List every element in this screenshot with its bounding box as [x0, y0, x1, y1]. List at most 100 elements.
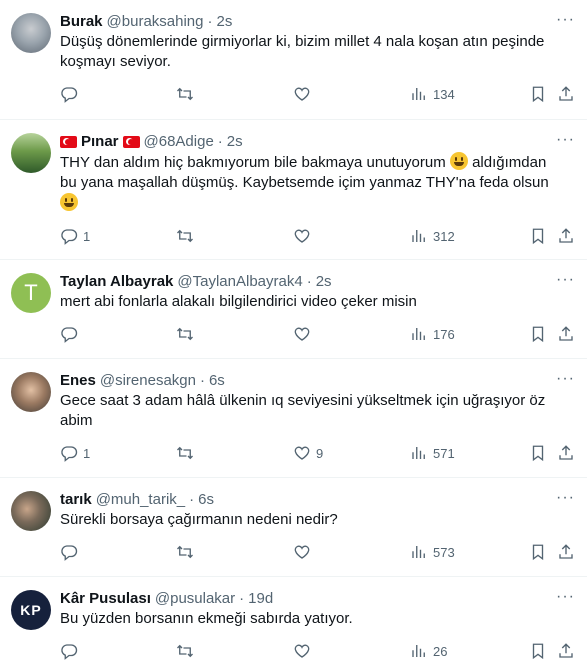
- user-handle[interactable]: @TaylanAlbayrak4: [177, 272, 302, 292]
- like-button[interactable]: [293, 85, 316, 103]
- retweet-button[interactable]: [176, 85, 199, 103]
- like-button[interactable]: [293, 543, 316, 561]
- more-options-icon[interactable]: ···: [556, 12, 575, 28]
- reply-button[interactable]: [60, 325, 83, 343]
- analytics-icon: [412, 546, 425, 558]
- user-handle[interactable]: @buraksahing: [107, 12, 204, 32]
- share-button[interactable]: [557, 642, 575, 660]
- display-name[interactable]: Burak: [60, 12, 103, 32]
- tweet[interactable]: T Taylan Albayrak @TaylanAlbayrak4 · 2s …: [0, 260, 587, 359]
- timestamp[interactable]: 2s: [227, 132, 243, 152]
- timestamp[interactable]: 2s: [216, 12, 232, 32]
- display-name[interactable]: Taylan Albayrak: [60, 272, 173, 292]
- avatar[interactable]: KP: [11, 590, 51, 630]
- heart-icon: [294, 229, 310, 243]
- analytics-icon: [412, 645, 425, 657]
- reply-button[interactable]: [60, 642, 83, 660]
- retweet-button[interactable]: [176, 642, 199, 660]
- bookmark-button[interactable]: [529, 85, 547, 103]
- reply-icon: [61, 327, 78, 343]
- more-options-icon[interactable]: ···: [556, 132, 575, 148]
- reply-button[interactable]: 1: [60, 444, 90, 462]
- bookmark-button[interactable]: [529, 325, 547, 343]
- share-button[interactable]: [557, 325, 575, 343]
- tweet[interactable]: tarık @muh_tarik_ · 6s ··· Sürekli borsa…: [0, 478, 587, 577]
- share-icon: [559, 643, 573, 658]
- views-button[interactable]: 134: [410, 85, 455, 103]
- tweet-actions: 1 312: [60, 226, 573, 246]
- avatar[interactable]: [11, 372, 51, 412]
- reply-button[interactable]: 1: [60, 227, 90, 245]
- more-options-icon[interactable]: ···: [556, 371, 575, 387]
- avatar[interactable]: [11, 133, 51, 173]
- tweet-text: Sürekli borsaya çağırmanın nedeni nedir?: [60, 511, 338, 528]
- share-button[interactable]: [557, 227, 575, 245]
- turkey-flag-icon: [60, 136, 77, 148]
- views-button[interactable]: 176: [410, 325, 455, 343]
- user-handle[interactable]: @68Adige: [144, 132, 214, 152]
- reply-icon: [61, 545, 78, 561]
- bookmark-button[interactable]: [529, 642, 547, 660]
- tweet-header: tarık @muh_tarik_ · 6s: [60, 490, 571, 510]
- avatar[interactable]: [11, 491, 51, 531]
- reply-button[interactable]: [60, 85, 83, 103]
- tweet-actions: 176: [60, 324, 573, 344]
- analytics-icon: [412, 447, 425, 459]
- display-name[interactable]: Kâr Pusulası: [60, 589, 151, 609]
- views-button[interactable]: 312: [410, 227, 455, 245]
- reply-icon: [61, 87, 78, 103]
- share-icon: [559, 544, 573, 559]
- retweet-icon: [177, 644, 193, 658]
- separator: ·: [306, 273, 312, 290]
- bookmark-button[interactable]: [529, 444, 547, 462]
- like-button[interactable]: [293, 325, 316, 343]
- tweet-text: mert abi fonlarla alakalı bilgilendirici…: [60, 293, 417, 310]
- timestamp[interactable]: 6s: [198, 490, 214, 510]
- heart-icon: [294, 446, 310, 460]
- views-button[interactable]: 26: [410, 642, 447, 660]
- analytics-icon: [412, 328, 425, 340]
- tweet-header: Taylan Albayrak @TaylanAlbayrak4 · 2s: [60, 272, 571, 292]
- display-name[interactable]: tarık: [60, 490, 92, 510]
- tweet-text: Düşüş dönemlerinde girmiyorlar ki, bizim…: [60, 33, 545, 70]
- tweet[interactable]: Enes @sirenesakgn · 6s ··· Gece saat 3 a…: [0, 359, 587, 478]
- retweet-button[interactable]: [176, 543, 199, 561]
- avatar[interactable]: [11, 13, 51, 53]
- tweet-header: Enes @sirenesakgn · 6s: [60, 371, 571, 391]
- heart-icon: [294, 545, 310, 559]
- retweet-button[interactable]: [176, 444, 199, 462]
- timestamp[interactable]: 19d: [248, 589, 273, 609]
- share-button[interactable]: [557, 85, 575, 103]
- tweet[interactable]: KP Kâr Pusulası @pusulakar · 19d ··· Bu …: [0, 577, 587, 671]
- bookmark-button[interactable]: [529, 543, 547, 561]
- tweet-text: THY dan aldım hiç bakmıyorum bile bakmay…: [60, 152, 571, 214]
- tweet[interactable]: Burak @buraksahing · 2s ··· Düşüş döneml…: [0, 0, 587, 120]
- retweet-button[interactable]: [176, 227, 199, 245]
- analytics-icon: [412, 88, 425, 100]
- user-handle[interactable]: @muh_tarik_: [96, 490, 185, 510]
- reply-icon: [61, 446, 78, 462]
- like-button[interactable]: [293, 642, 316, 660]
- more-options-icon[interactable]: ···: [556, 490, 575, 506]
- more-options-icon[interactable]: ···: [556, 589, 575, 605]
- like-button[interactable]: 9: [293, 444, 323, 462]
- share-button[interactable]: [557, 444, 575, 462]
- display-name[interactable]: Enes: [60, 371, 96, 391]
- like-button[interactable]: [293, 227, 316, 245]
- user-handle[interactable]: @sirenesakgn: [100, 371, 196, 391]
- bookmark-button[interactable]: [529, 227, 547, 245]
- avatar[interactable]: T: [11, 273, 51, 313]
- retweet-button[interactable]: [176, 325, 199, 343]
- timestamp[interactable]: 6s: [209, 371, 225, 391]
- bookmark-icon: [532, 228, 544, 245]
- views-button[interactable]: 571: [410, 444, 455, 462]
- views-button[interactable]: 573: [410, 543, 455, 561]
- analytics-icon: [412, 230, 425, 242]
- reply-button[interactable]: [60, 543, 83, 561]
- more-options-icon[interactable]: ···: [556, 272, 575, 288]
- share-button[interactable]: [557, 543, 575, 561]
- tweet[interactable]: Pınar @68Adige · 2s ··· THY dan aldım hi…: [0, 120, 587, 260]
- timestamp[interactable]: 2s: [316, 272, 332, 292]
- display-name[interactable]: Pınar: [81, 132, 119, 152]
- user-handle[interactable]: @pusulakar: [155, 589, 235, 609]
